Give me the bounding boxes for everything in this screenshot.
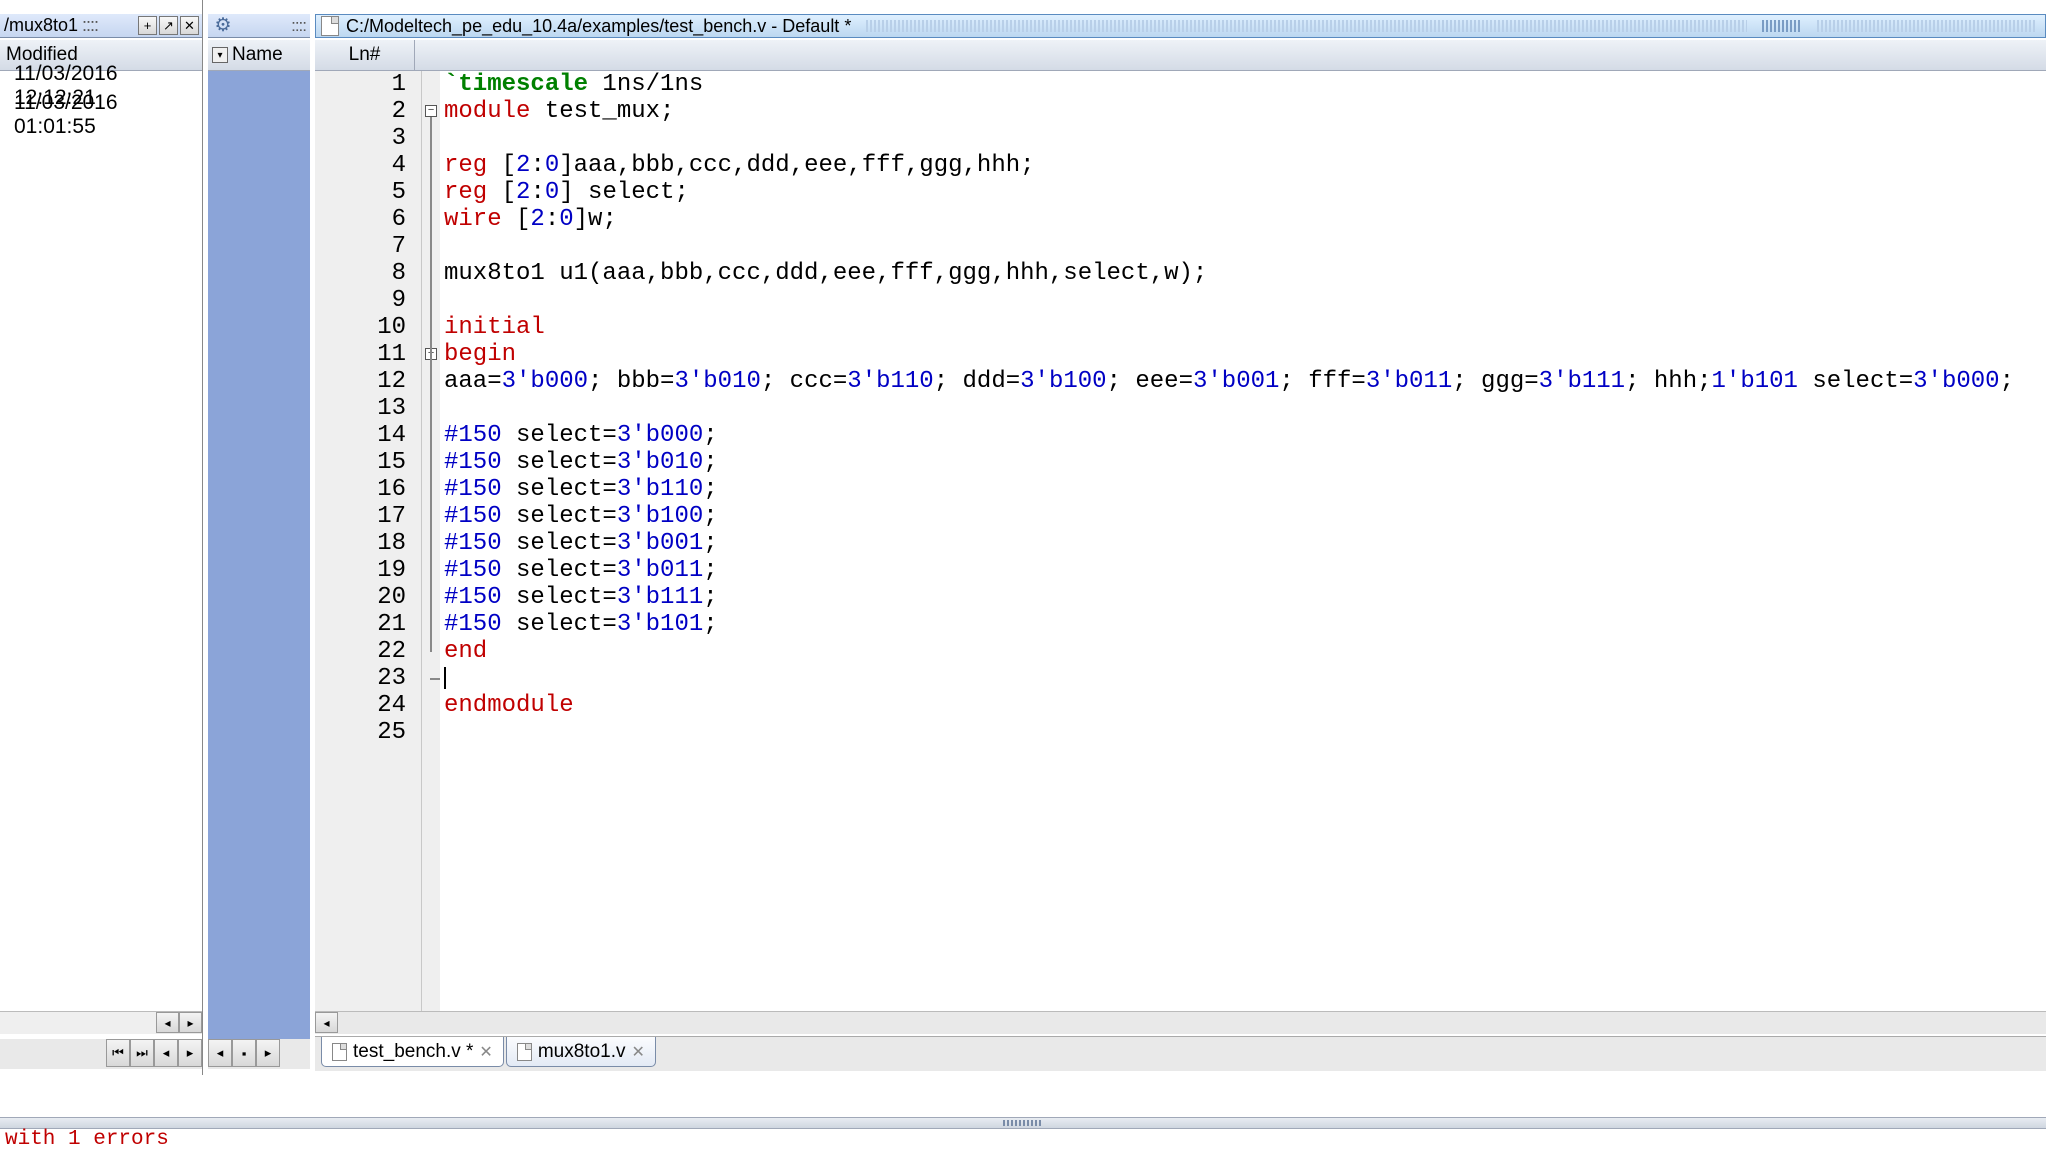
file-row[interactable]: 11/03/2016 01:01:55 <box>0 100 202 129</box>
structure-panel: ⚙ :::: ▾ Name ◂ ▪ ▸ <box>208 0 310 1075</box>
text-cursor <box>444 667 446 689</box>
tab-prev-icon[interactable]: ◂ <box>208 1039 232 1067</box>
editor-column-header: Ln# <box>315 40 2046 71</box>
code-editor[interactable]: 1234567891011121314151617181920212223242… <box>315 71 2046 1011</box>
file-icon <box>321 16 339 36</box>
code-line[interactable]: #150 select=3'b100; <box>444 503 2046 530</box>
tab-navigation: ◂ ▪ ▸ <box>208 1039 310 1069</box>
add-icon[interactable]: + <box>138 16 157 35</box>
code-line[interactable]: endmodule <box>444 692 2046 719</box>
editor-titlebar[interactable]: C:/Modeltech_pe_edu_10.4a/examples/test_… <box>315 14 2046 38</box>
column-line-number[interactable]: Ln# <box>315 40 415 70</box>
tab-next-icon[interactable]: ▸ <box>178 1039 202 1067</box>
scroll-right-icon[interactable]: ▸ <box>179 1012 202 1033</box>
code-line[interactable]: end <box>444 638 2046 665</box>
scroll-left-icon[interactable]: ◂ <box>315 1012 338 1033</box>
horizontal-scrollbar[interactable]: ◂ ▸ <box>0 1011 202 1034</box>
file-browser-panel: /mux8to1 :::: + ↗ ✕ Modified 11/03/2016 … <box>0 0 203 1075</box>
file-list: 11/03/2016 12:12:21 11/03/2016 01:01:55 <box>0 71 202 129</box>
gear-icon[interactable]: ⚙ <box>212 15 234 37</box>
code-line[interactable]: #150 select=3'b011; <box>444 557 2046 584</box>
code-line[interactable]: #150 select=3'b111; <box>444 584 2046 611</box>
line-number-gutter: 1234567891011121314151617181920212223242… <box>315 71 422 1011</box>
code-line[interactable] <box>444 233 2046 260</box>
code-line[interactable] <box>444 665 2046 692</box>
tab-prev-all-icon[interactable]: ⏮ <box>106 1039 130 1067</box>
fold-toggle-icon[interactable]: − <box>425 105 437 117</box>
structure-body[interactable] <box>208 71 310 1069</box>
code-line[interactable]: `timescale 1ns/1ns <box>444 71 2046 98</box>
code-area[interactable]: `timescale 1ns/1nsmodule test_mux;reg [2… <box>440 71 2046 1011</box>
tab-prev-icon[interactable]: ◂ <box>154 1039 178 1067</box>
code-line[interactable]: wire [2:0]w; <box>444 206 2046 233</box>
code-line[interactable]: reg [2:0]aaa,bbb,ccc,ddd,eee,fff,ggg,hhh… <box>444 152 2046 179</box>
code-line[interactable]: #150 select=3'b101; <box>444 611 2046 638</box>
column-name: Name <box>232 44 283 66</box>
tab-mux8to1[interactable]: mux8to1.v ✕ <box>506 1037 656 1067</box>
file-icon <box>332 1043 347 1061</box>
code-line[interactable]: reg [2:0] select; <box>444 179 2046 206</box>
splitter[interactable] <box>0 1117 2046 1129</box>
console-output: with 1 errors <box>5 1128 169 1151</box>
dropdown-icon[interactable]: ▾ <box>212 47 228 63</box>
tab-next-icon[interactable]: ▸ <box>256 1039 280 1067</box>
close-icon[interactable]: ✕ <box>631 1042 644 1062</box>
structure-column-header[interactable]: ▾ Name <box>208 40 310 71</box>
code-line[interactable] <box>444 287 2046 314</box>
grip-icon[interactable] <box>1762 20 1802 32</box>
tab-navigation: ⏮ ⏭ ◂ ▸ <box>0 1039 202 1069</box>
editor-file-path: C:/Modeltech_pe_edu_10.4a/examples/test_… <box>346 16 851 37</box>
code-line[interactable]: #150 select=3'b010; <box>444 449 2046 476</box>
code-line[interactable]: #150 select=3'b001; <box>444 530 2046 557</box>
code-line[interactable]: mux8to1 u1(aaa,bbb,ccc,ddd,eee,fff,ggg,h… <box>444 260 2046 287</box>
tab-label: test_bench.v * <box>353 1041 473 1063</box>
code-line[interactable] <box>444 719 2046 746</box>
popout-icon[interactable]: ↗ <box>159 16 178 35</box>
fold-column[interactable]: −− <box>422 71 440 1011</box>
titlebar-stripe <box>1817 20 2037 32</box>
file-browser-titlebar: /mux8to1 :::: + ↗ ✕ <box>0 14 202 38</box>
editor-panel: C:/Modeltech_pe_edu_10.4a/examples/test_… <box>315 0 2046 1075</box>
titlebar-stripe <box>866 20 1747 32</box>
structure-titlebar: ⚙ :::: <box>208 14 310 38</box>
code-line[interactable]: initial <box>444 314 2046 341</box>
dots-icon: :::: <box>78 15 98 36</box>
code-line[interactable]: #150 select=3'b000; <box>444 422 2046 449</box>
code-line[interactable]: begin <box>444 341 2046 368</box>
code-line[interactable] <box>444 395 2046 422</box>
close-icon[interactable]: ✕ <box>180 16 199 35</box>
horizontal-scrollbar[interactable]: ◂ <box>315 1011 2046 1034</box>
grip-icon <box>1003 1120 1043 1126</box>
scroll-left-icon[interactable]: ◂ <box>156 1012 179 1033</box>
close-icon[interactable]: ✕ <box>479 1042 492 1062</box>
code-line[interactable]: module test_mux; <box>444 98 2046 125</box>
editor-tabs: test_bench.v * ✕ mux8to1.v ✕ <box>315 1036 2046 1071</box>
code-line[interactable] <box>444 125 2046 152</box>
file-icon <box>517 1043 532 1061</box>
code-line[interactable]: aaa=3'b000; bbb=3'b010; ccc=3'b110; ddd=… <box>444 368 2046 395</box>
file-browser-title: /mux8to1 <box>4 15 78 36</box>
code-line[interactable]: #150 select=3'b110; <box>444 476 2046 503</box>
dots-icon: :::: <box>291 16 310 36</box>
tab-current-icon[interactable]: ▪ <box>232 1039 256 1067</box>
tab-next-all-icon[interactable]: ⏭ <box>130 1039 154 1067</box>
tab-test-bench[interactable]: test_bench.v * ✕ <box>321 1037 504 1067</box>
tab-label: mux8to1.v <box>538 1041 626 1063</box>
